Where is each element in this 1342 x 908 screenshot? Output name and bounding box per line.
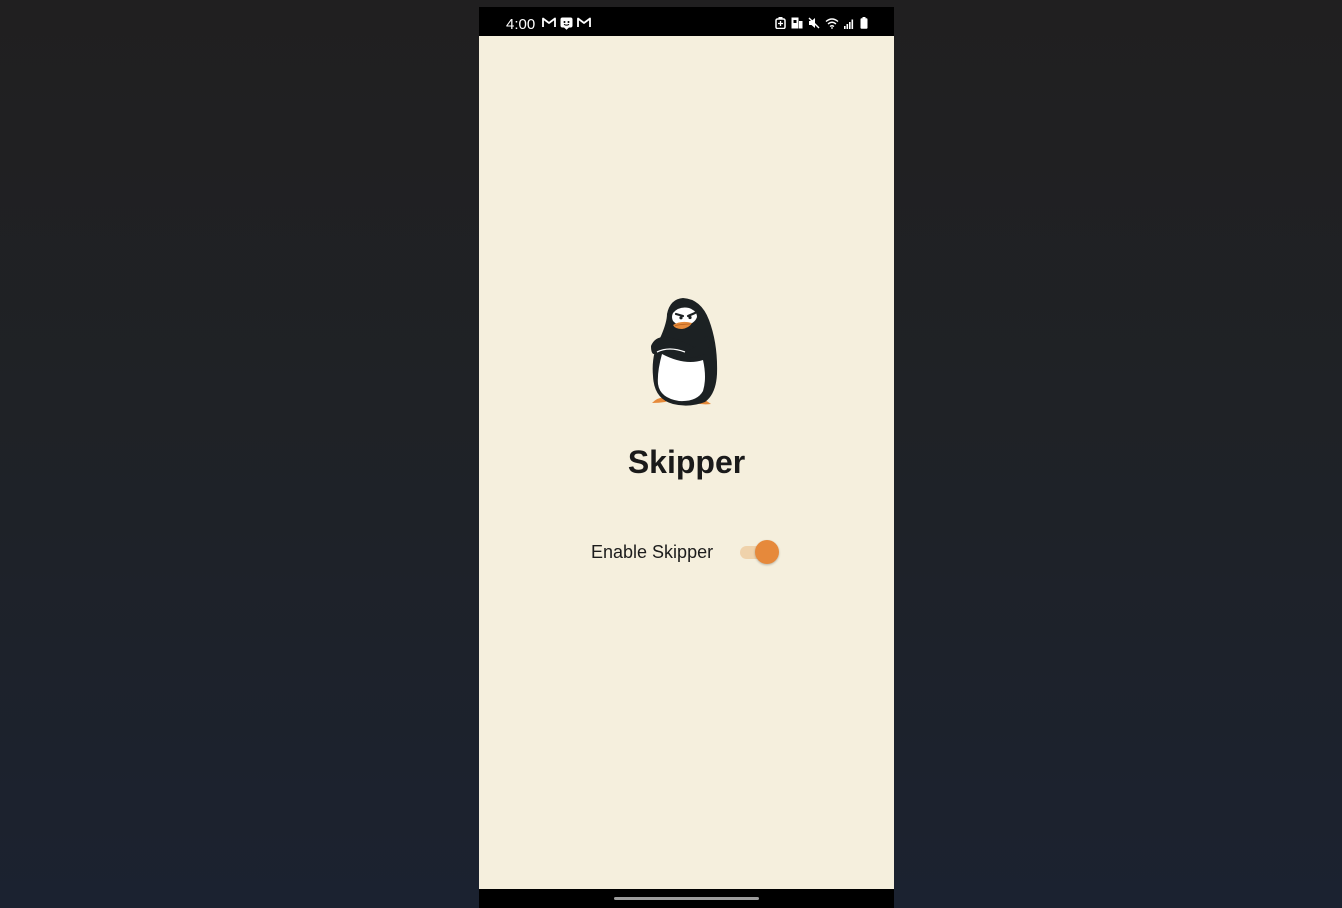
enable-skipper-row[interactable]: Enable Skipper	[591, 537, 781, 567]
home-indicator[interactable]	[614, 897, 759, 900]
notification-app-icon	[560, 17, 573, 30]
switch-thumb[interactable]	[755, 540, 779, 564]
status-right-icons	[775, 17, 868, 29]
battery-icon	[860, 17, 868, 29]
mute-icon	[808, 17, 820, 29]
nfc-icon	[791, 17, 803, 29]
app-screen: Skipper Enable Skipper	[479, 36, 894, 889]
status-time: 4:00	[506, 16, 536, 33]
penguin-logo	[651, 298, 718, 406]
status-left-icons	[542, 17, 591, 30]
signal-icon	[844, 19, 854, 29]
phone-screen: 4:00 Skipper Enable Skipper	[479, 7, 894, 908]
enable-skipper-label: Enable Skipper	[591, 542, 714, 562]
gesture-nav-bar	[479, 889, 894, 908]
status-bar: 4:00	[479, 7, 894, 36]
gmail-icon	[577, 17, 591, 27]
battery-saver-icon	[775, 17, 786, 29]
enable-skipper-switch[interactable]	[739, 539, 779, 565]
wifi-icon	[825, 18, 839, 29]
app-title: Skipper	[627, 444, 746, 480]
gmail-icon	[542, 17, 556, 27]
